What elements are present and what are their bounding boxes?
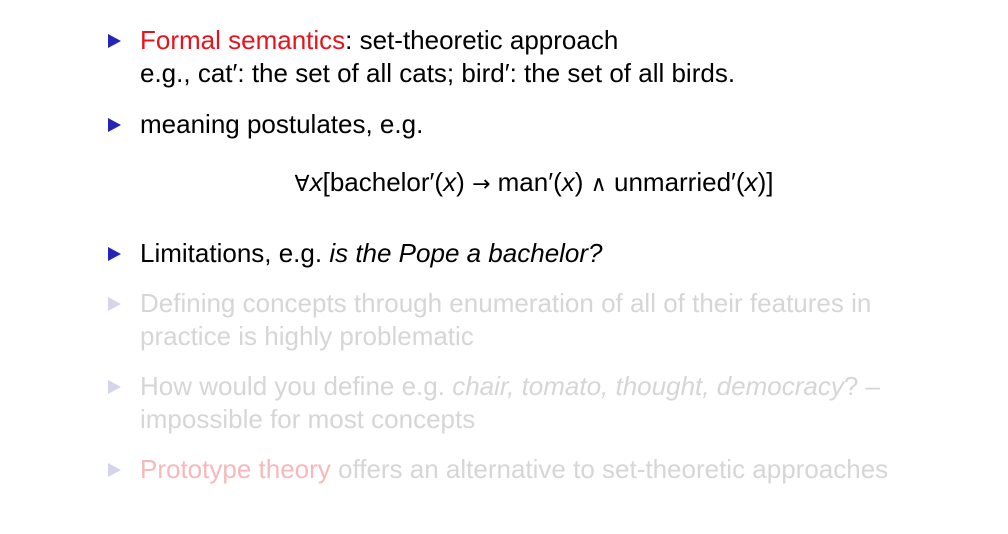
triangle-bullet-icon xyxy=(108,118,121,132)
formula-variable: x xyxy=(744,167,758,197)
item-text: Defining concepts through enumeration of… xyxy=(140,288,872,351)
bullet-item-meaning-postulates: meaning postulates, e.g. xyxy=(108,108,968,141)
formula-close: ) xyxy=(456,167,472,197)
highlight-term: Prototype theory xyxy=(140,454,331,484)
triangle-bullet-icon xyxy=(108,463,121,477)
bullet-item-defining-concepts: Defining concepts through enumeration of… xyxy=(108,287,968,353)
triangle-bullet-icon xyxy=(108,380,121,394)
formula: ∀x[bachelor′(x) → man′(x) ∧ unmarried′(x… xyxy=(0,166,1008,201)
triangle-bullet-icon xyxy=(108,247,121,261)
item-emphasis: chair, tomato, thought, democracy xyxy=(452,371,844,401)
bullet-item-formal-semantics: Formal semantics: set-theoretic approach… xyxy=(108,24,968,90)
formula-bachelor: [bachelor′( xyxy=(322,167,444,197)
forall-symbol: ∀ xyxy=(294,172,310,197)
item-text-rest: offers an alternative to set-theoretic a… xyxy=(330,454,889,484)
item-text: Prototype theory offers an alternative t… xyxy=(140,453,968,486)
item-text: Limitations, e.g. is the Pope a bachelor… xyxy=(140,237,968,270)
item-text: Formal semantics: set-theoretic approach… xyxy=(140,24,968,90)
item-emphasis: is the Pope a bachelor? xyxy=(329,238,603,268)
formula-variable: x xyxy=(309,167,323,197)
item-text-rest: : set-theoretic approach xyxy=(345,25,619,55)
formula-unmarried: unmarried′( xyxy=(606,167,745,197)
triangle-bullet-icon xyxy=(108,34,121,48)
formula-variable: x xyxy=(443,167,457,197)
formula-close: ) xyxy=(574,167,591,197)
item-text: meaning postulates, e.g. xyxy=(140,109,424,139)
formula-man: man′( xyxy=(490,167,562,197)
highlight-term: Formal semantics xyxy=(140,25,346,55)
bullet-item-limitations: Limitations, e.g. is the Pope a bachelor… xyxy=(108,237,968,270)
formula-close: )] xyxy=(757,167,774,197)
item-example-line: e.g., cat′: the set of all cats; bird′: … xyxy=(140,58,736,88)
bullet-item-define-chair: How would you define e.g. chair, tomato,… xyxy=(108,370,968,436)
slide: Formal semantics: set-theoretic approach… xyxy=(0,0,1008,534)
and-symbol: ∧ xyxy=(590,172,607,197)
item-text-lead: How would you define e.g. xyxy=(140,371,453,401)
formula-variable: x xyxy=(561,167,575,197)
arrow-symbol: → xyxy=(471,172,491,197)
item-text-lead: Limitations, e.g. xyxy=(140,238,330,268)
triangle-bullet-icon xyxy=(108,297,121,311)
item-text: How would you define e.g. chair, tomato,… xyxy=(140,370,968,436)
bullet-item-prototype-theory: Prototype theory offers an alternative t… xyxy=(108,453,968,486)
